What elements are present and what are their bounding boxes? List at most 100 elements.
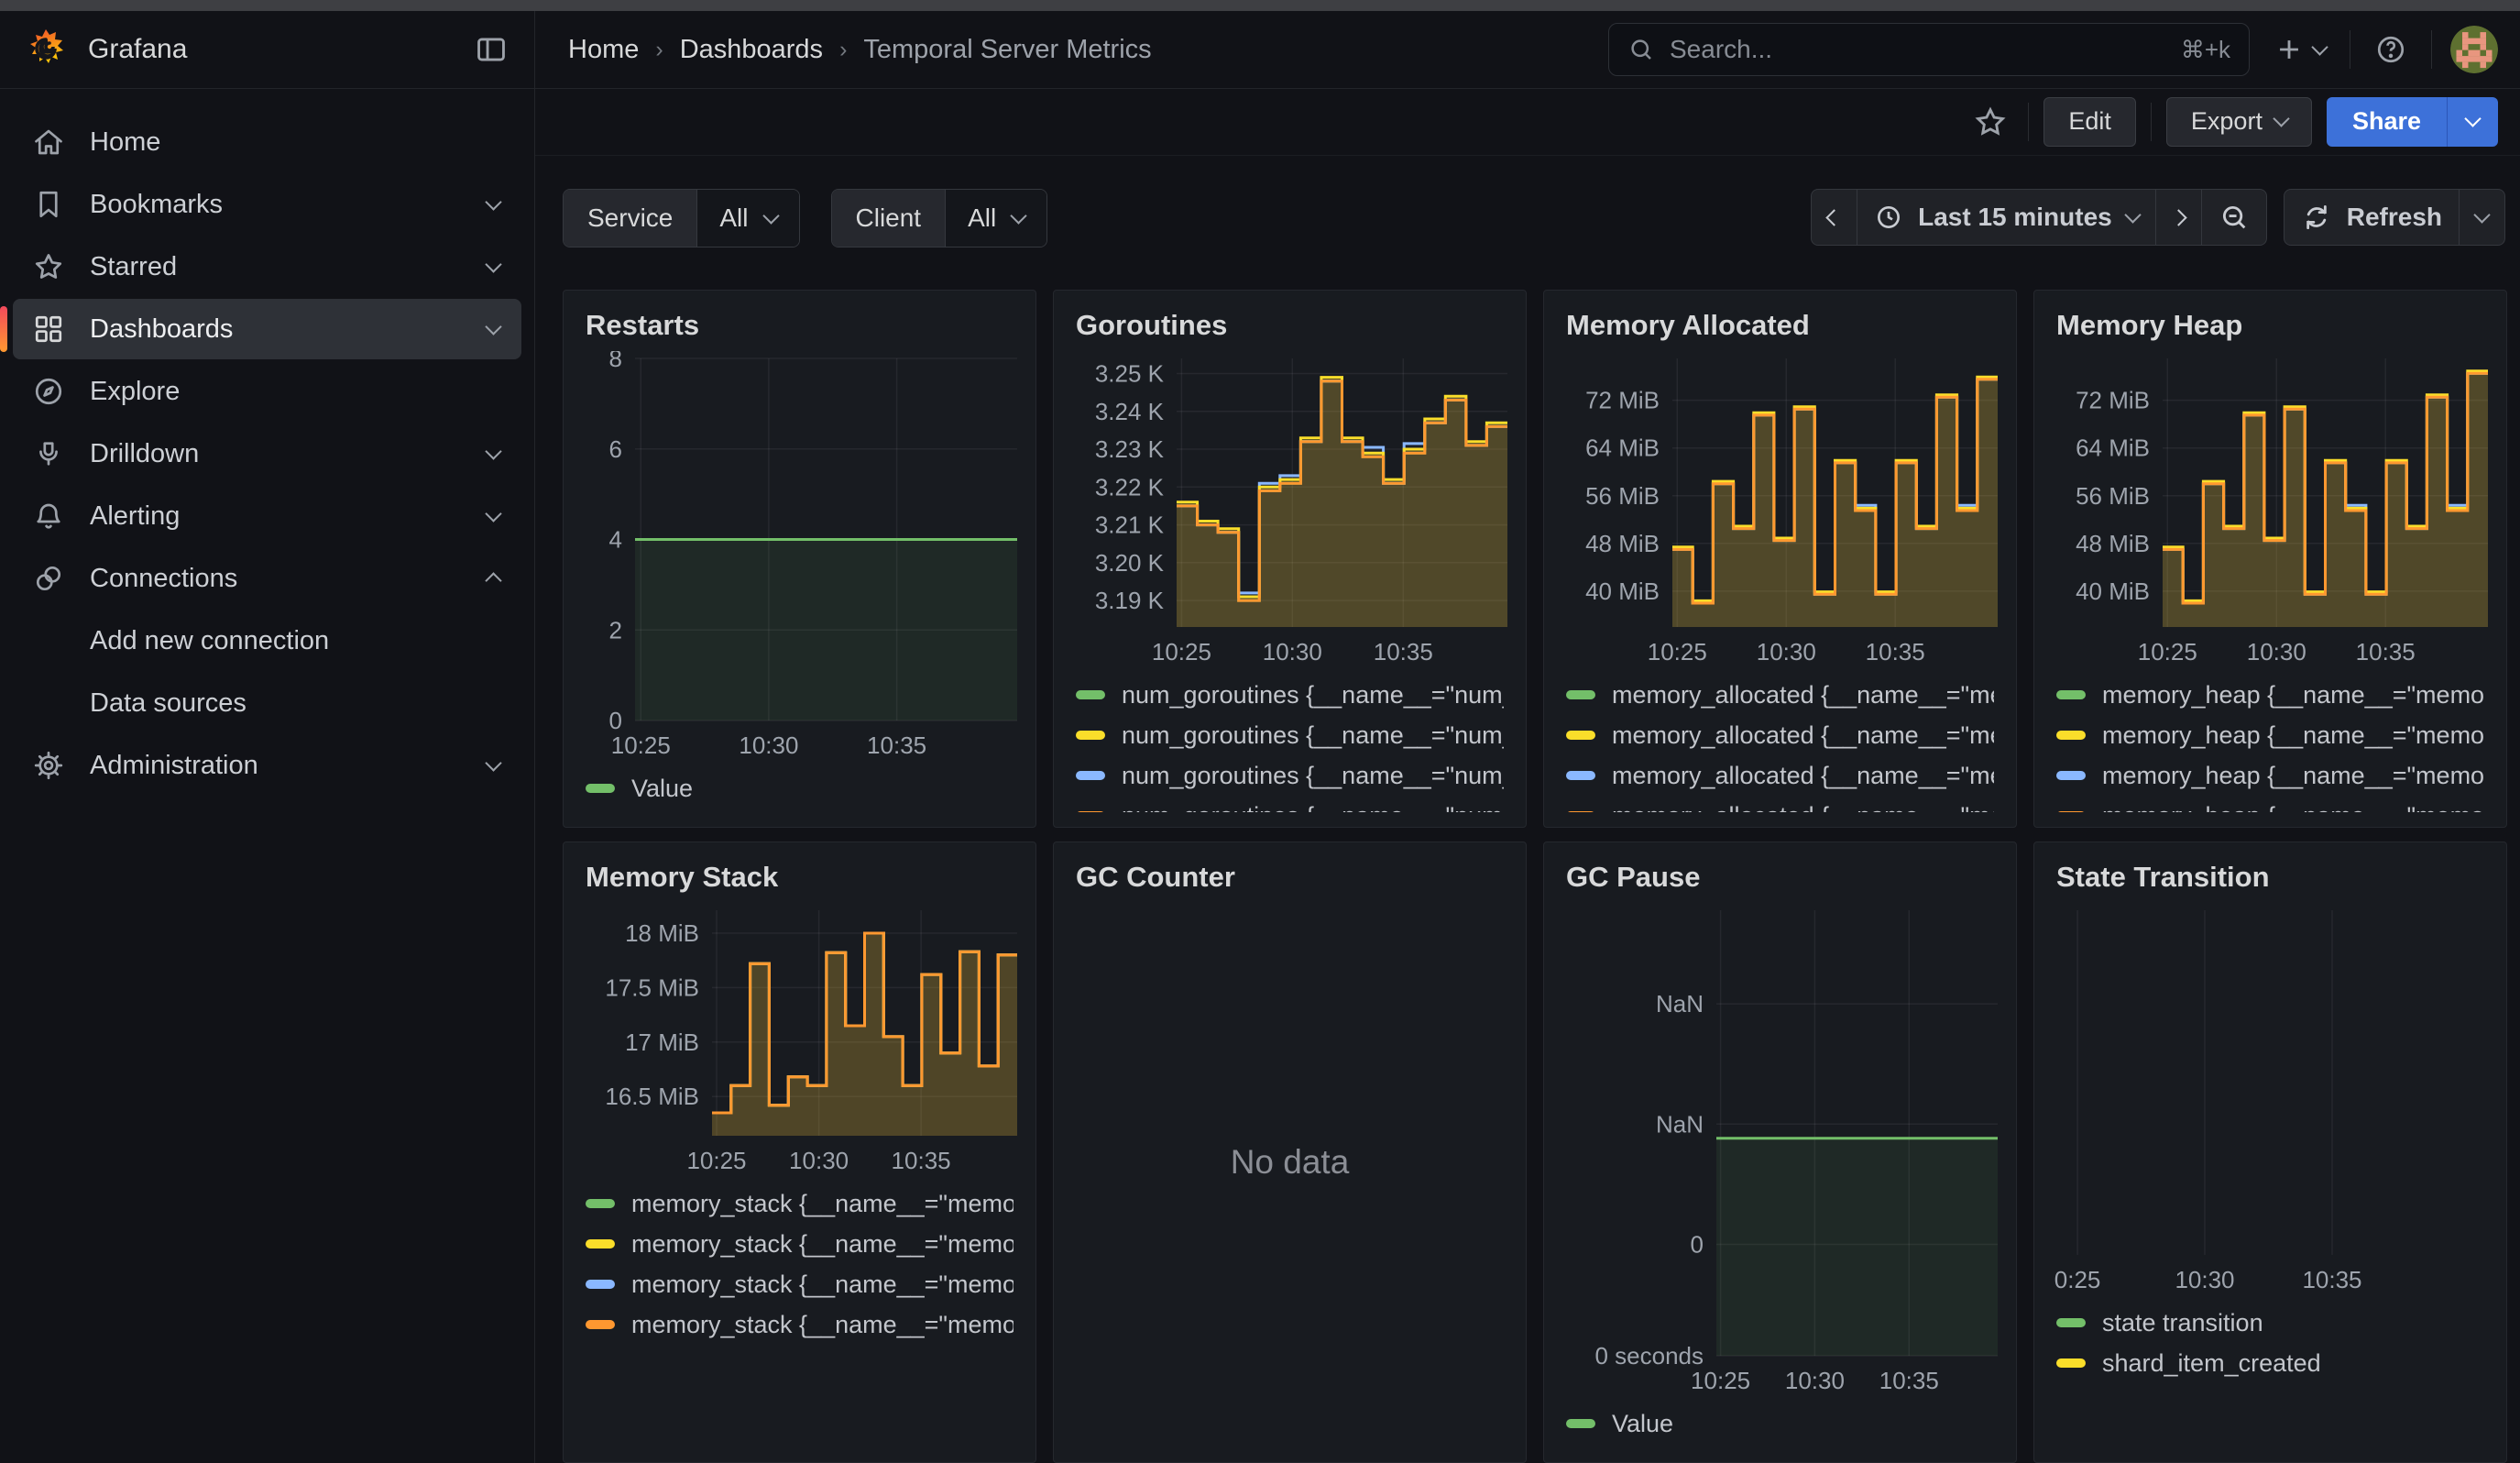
time-back-button[interactable] — [1811, 189, 1857, 246]
breadcrumb-dashboards[interactable]: Dashboards — [680, 35, 823, 65]
legend-swatch — [2056, 690, 2086, 699]
sidebar-item-starred[interactable]: Starred — [13, 236, 521, 297]
sidebar-item-drilldown[interactable]: Drilldown — [13, 424, 521, 484]
sidebar-item-home[interactable]: Home — [13, 112, 521, 172]
panel-title[interactable]: Memory Stack — [564, 842, 1035, 899]
legend-item[interactable]: shard_item_created — [2056, 1343, 2484, 1383]
svg-text:56 MiB: 56 MiB — [2076, 482, 2150, 510]
panel-title[interactable]: GC Counter — [1054, 842, 1526, 899]
legend-swatch — [586, 1239, 615, 1248]
legend-item[interactable]: Value — [1566, 1403, 1994, 1444]
panel-title[interactable]: Memory Heap — [2034, 291, 2506, 347]
sidebar-item-add-new-connection[interactable]: Add new connection — [13, 610, 521, 671]
legend-item[interactable]: memory_allocated {__name__="memory_alloc… — [1566, 796, 1994, 812]
legend-item[interactable]: state transition — [2056, 1303, 2484, 1343]
svg-text:3.23 K: 3.23 K — [1095, 435, 1165, 463]
panel-title[interactable]: Memory Allocated — [1544, 291, 2016, 347]
legend-item[interactable]: memory_stack {__name__="memory_stack" — [586, 1183, 1013, 1224]
svg-text:10:35: 10:35 — [892, 1147, 951, 1174]
legend-item[interactable]: memory_stack {__name__="memory_stack" — [586, 1264, 1013, 1304]
search-box[interactable]: ⌘+k — [1608, 23, 2250, 76]
svg-text:72 MiB: 72 MiB — [1585, 387, 1660, 414]
favorite-star-icon[interactable] — [1967, 99, 2013, 145]
legend-item[interactable]: memory_stack {__name__="memory_stack" — [586, 1304, 1013, 1345]
sidebar-item-connections[interactable]: Connections — [13, 548, 521, 609]
legend-item[interactable]: num_goroutines {__name__="num_goroutines… — [1076, 675, 1504, 715]
drilldown-icon — [29, 437, 68, 470]
sidebar: HomeBookmarksStarredDashboards Explore Dri… — [0, 88, 535, 1463]
panel-legend: memory_stack {__name__="memory_stack"mem… — [586, 1183, 1013, 1345]
legend-item[interactable]: memory_allocated {__name__="memory_alloc… — [1566, 675, 1994, 715]
client-filter[interactable]: Client All — [831, 189, 1048, 248]
svg-text:10:25: 10:25 — [1152, 638, 1211, 666]
panel-chart[interactable]: 0:2510:3010:35 — [2049, 903, 2492, 1297]
panel-goroutines: Goroutines3.19 K3.20 K3.21 K3.22 K3.23 K… — [1053, 290, 1527, 828]
legend-item[interactable]: memory_heap {__name__="memory_heap" — [2056, 675, 2484, 715]
legend-item[interactable]: memory_allocated {__name__="memory_alloc… — [1566, 755, 1994, 796]
panel-chart[interactable]: 0 seconds0NaNNaN10:2510:3010:35 — [1559, 903, 2001, 1398]
grafana-logo[interactable] — [24, 28, 68, 72]
panel-title[interactable]: GC Pause — [1544, 842, 2016, 899]
service-filter-value: All — [719, 204, 748, 233]
legend-item[interactable]: memory_stack {__name__="memory_stack" — [586, 1224, 1013, 1264]
panel-title[interactable]: Goroutines — [1054, 291, 1526, 347]
panel-chart[interactable]: 3.19 K3.20 K3.21 K3.22 K3.23 K3.24 K3.25… — [1068, 351, 1511, 669]
add-new-button[interactable] — [2268, 28, 2331, 71]
share-button[interactable]: Share — [2327, 97, 2447, 147]
sidebar-item-label: Data sources — [90, 688, 247, 719]
refresh-button[interactable]: Refresh — [2284, 189, 2460, 246]
svg-text:3.24 K: 3.24 K — [1095, 398, 1165, 425]
svg-text:3.20 K: 3.20 K — [1095, 549, 1165, 577]
breadcrumb-home[interactable]: Home — [568, 35, 639, 65]
legend-item[interactable]: num_goroutines {__name__="num_goroutines… — [1076, 715, 1504, 755]
search-input[interactable] — [1668, 34, 2168, 65]
panel-title[interactable]: State Transition — [2034, 842, 2506, 899]
legend-item[interactable]: memory_heap {__name__="memory_heap" — [2056, 715, 2484, 755]
svg-text:10:35: 10:35 — [2356, 638, 2416, 666]
panel-title[interactable]: Restarts — [564, 291, 1035, 347]
legend-item[interactable]: memory_allocated {__name__="memory_alloc… — [1566, 715, 1994, 755]
sidebar-item-bookmarks[interactable]: Bookmarks — [13, 174, 521, 235]
sidebar-item-dashboards[interactable]: Dashboards — [13, 299, 521, 359]
legend-swatch — [2056, 771, 2086, 780]
sidebar-item-label: Explore — [90, 377, 180, 407]
service-filter[interactable]: Service All — [563, 189, 800, 248]
panel-chart[interactable]: 0246810:2510:3010:35 — [578, 351, 1021, 763]
time-controls: Last 15 minutes Refresh — [1811, 189, 2505, 246]
sidebar-item-administration[interactable]: Administration — [13, 735, 521, 796]
legend-item[interactable]: num_goroutines {__name__="num_goroutines… — [1076, 755, 1504, 796]
breadcrumb-current: Temporal Server Metrics — [863, 35, 1151, 65]
svg-text:10:30: 10:30 — [739, 732, 798, 759]
time-range-picker[interactable]: Last 15 minutes — [1857, 189, 2156, 246]
svg-text:48 MiB: 48 MiB — [1585, 530, 1660, 557]
time-forward-button[interactable] — [2155, 189, 2202, 246]
svg-text:0: 0 — [609, 707, 622, 734]
edit-button[interactable]: Edit — [2043, 97, 2136, 147]
panel-chart[interactable]: 40 MiB48 MiB56 MiB64 MiB72 MiB10:2510:30… — [2049, 351, 2492, 669]
legend-item[interactable]: memory_heap {__name__="memory_heap" — [2056, 755, 2484, 796]
legend-item[interactable]: num_goroutines {__name__="num_goroutines… — [1076, 796, 1504, 812]
sidebar-item-explore[interactable]: Explore — [13, 361, 521, 422]
zoom-out-button[interactable] — [2201, 189, 2267, 246]
panel-gc-counter: GC CounterNo data — [1053, 842, 1527, 1463]
legend-label: num_goroutines {__name__="num_goroutines… — [1122, 802, 1504, 813]
export-button[interactable]: Export — [2166, 97, 2312, 147]
refresh-label: Refresh — [2347, 203, 2442, 232]
legend-item[interactable]: memory_heap {__name__="memory_heap" — [2056, 796, 2484, 812]
sidebar-item-data-sources[interactable]: Data sources — [13, 673, 521, 733]
panel-chart[interactable]: 16.5 MiB17 MiB17.5 MiB18 MiB10:2510:3010… — [578, 903, 1021, 1178]
chevron-down-icon — [485, 318, 501, 335]
user-avatar[interactable] — [2450, 26, 2498, 73]
legend-swatch — [2056, 1318, 2086, 1327]
sidebar-toggle-icon[interactable] — [468, 27, 514, 72]
legend-label: memory_stack {__name__="memory_stack" — [631, 1311, 1013, 1339]
help-icon[interactable] — [2369, 28, 2413, 72]
chevron-left-icon — [1825, 209, 1842, 226]
svg-text:0 seconds: 0 seconds — [1594, 1342, 1704, 1370]
sidebar-item-alerting[interactable]: Alerting — [13, 486, 521, 546]
share-dropdown-button[interactable] — [2447, 97, 2498, 147]
refresh-interval-dropdown[interactable] — [2459, 189, 2505, 246]
panel-chart[interactable]: 40 MiB48 MiB56 MiB64 MiB72 MiB10:2510:30… — [1559, 351, 2001, 669]
panel-legend: memory_heap {__name__="memory_heap"memor… — [2056, 675, 2484, 812]
legend-item[interactable]: Value — [586, 768, 1013, 808]
